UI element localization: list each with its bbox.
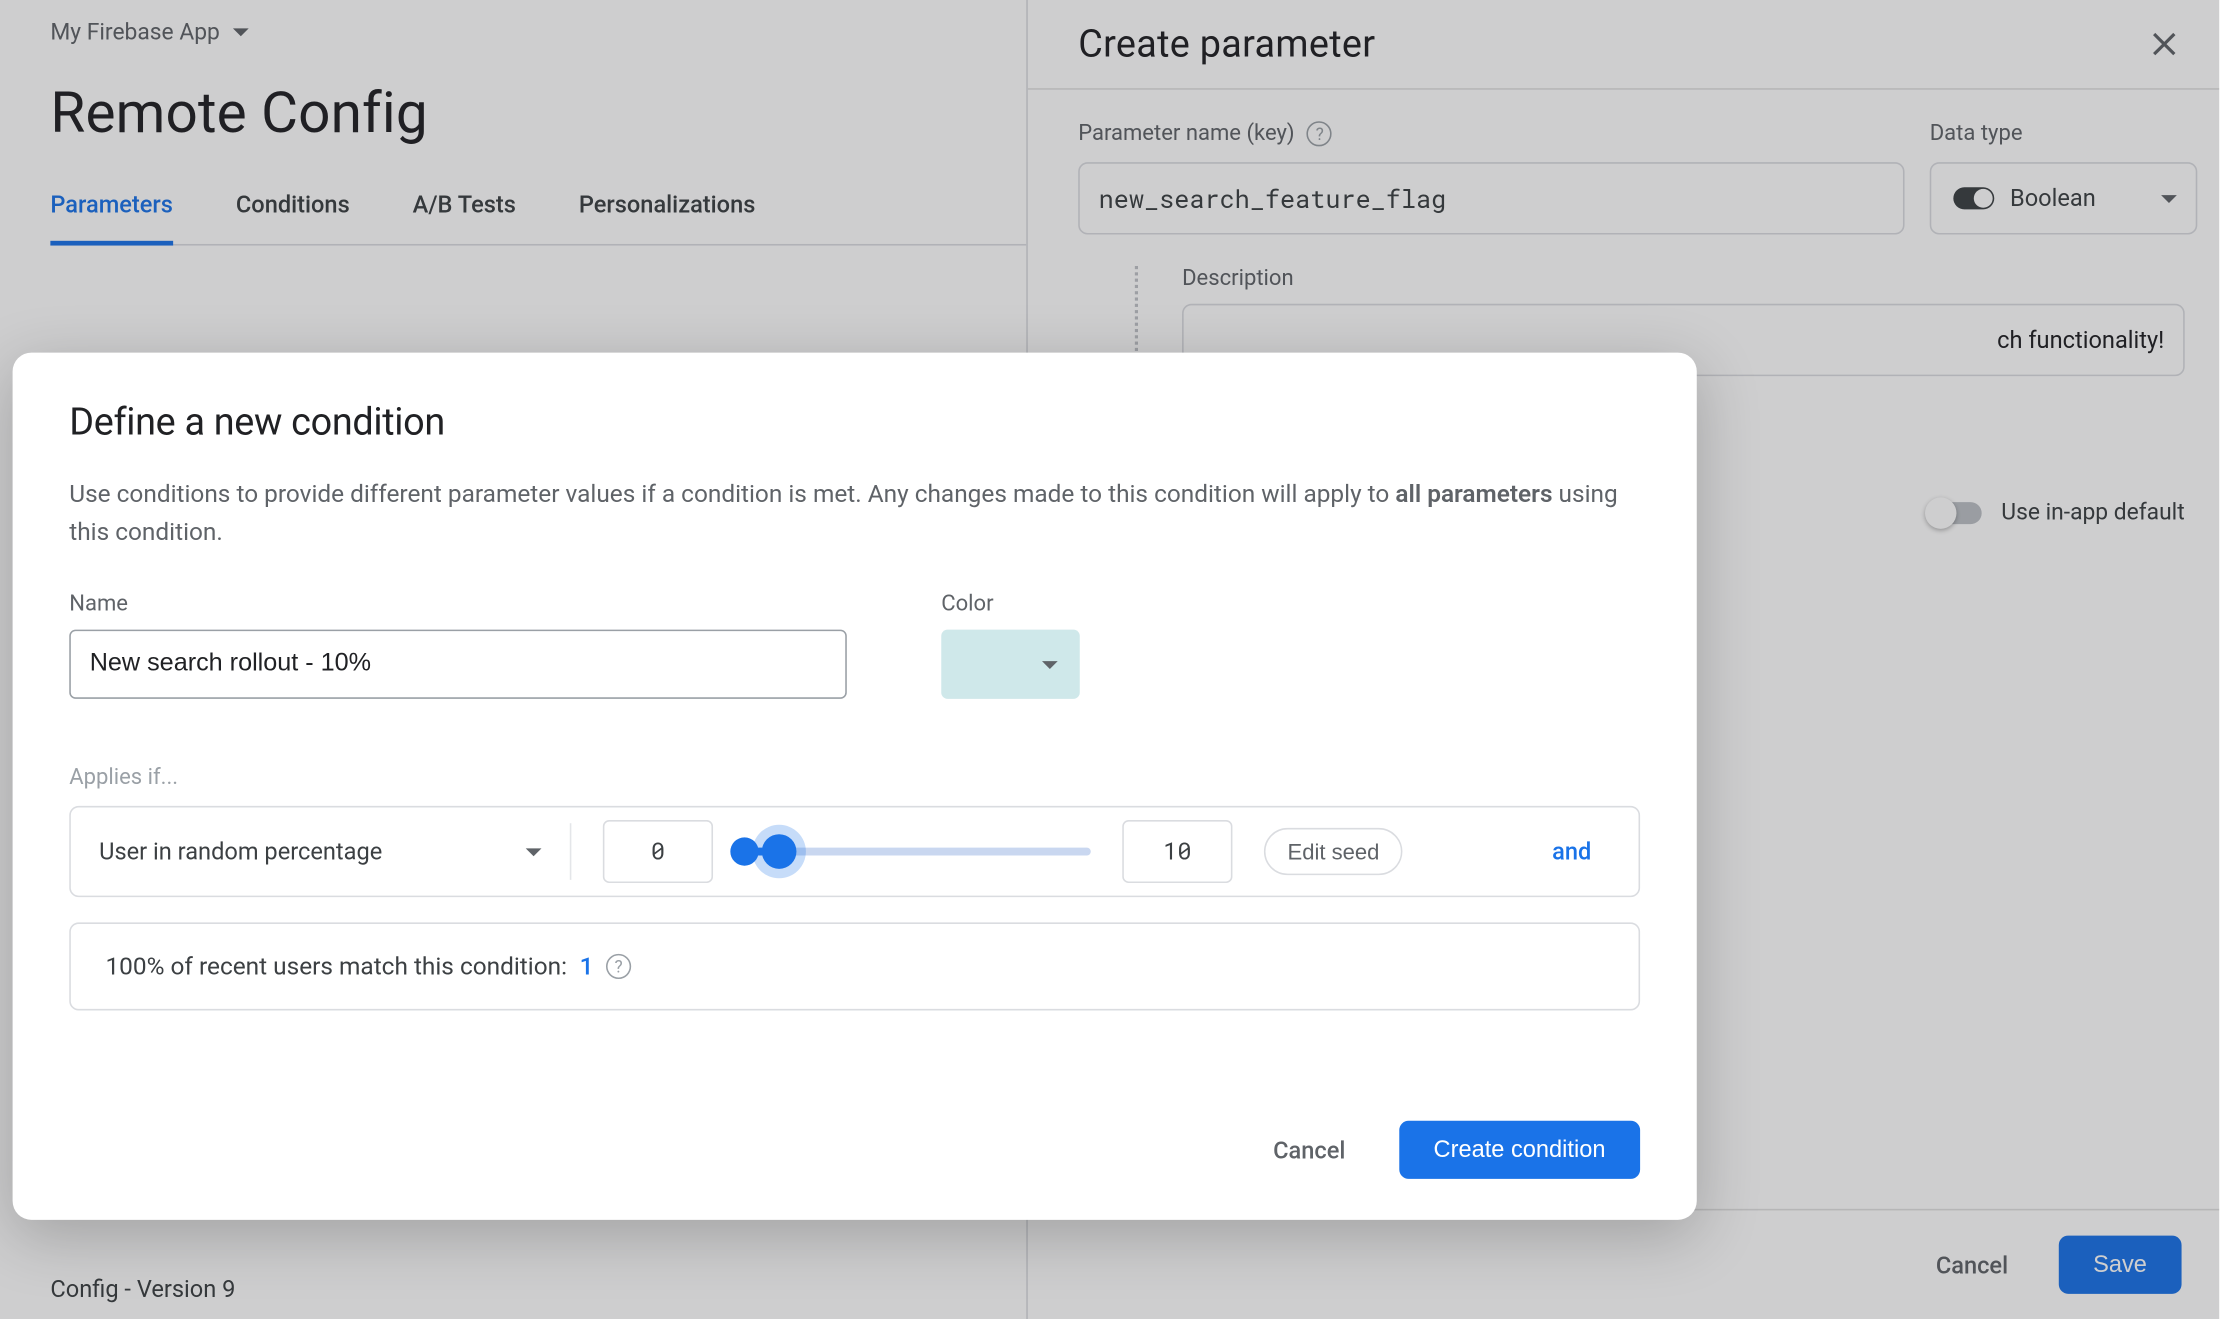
percentage-high-input[interactable] <box>1122 820 1232 883</box>
chevron-down-icon <box>1042 660 1058 668</box>
condition-name-label: Name <box>69 592 847 617</box>
slider-handle-low[interactable] <box>730 837 758 865</box>
condition-color-label: Color <box>941 592 1080 617</box>
condition-name-input[interactable] <box>69 630 847 699</box>
percentage-slider[interactable] <box>745 836 1091 867</box>
chevron-down-icon <box>526 848 542 856</box>
match-text: 100% of recent users match this conditio… <box>105 952 567 980</box>
condition-color-select[interactable] <box>941 630 1080 699</box>
slider-handle-high[interactable] <box>762 834 797 869</box>
edit-seed-button[interactable]: Edit seed <box>1264 828 1403 875</box>
match-count: 1 <box>580 952 594 980</box>
applies-if-label: Applies if... <box>69 765 1640 790</box>
dialog-intro-part1: Use conditions to provide different para… <box>69 480 1395 508</box>
percentage-low-input[interactable] <box>603 820 713 883</box>
match-summary: 100% of recent users match this conditio… <box>69 922 1640 1010</box>
help-icon[interactable]: ? <box>606 954 631 979</box>
rule-type-select[interactable]: User in random percentage <box>99 823 571 880</box>
condition-rule-row: User in random percentage Edit seed and <box>69 806 1640 897</box>
dialog-intro: Use conditions to provide different para… <box>69 475 1640 551</box>
dialog-title: Define a new condition <box>69 400 1640 444</box>
add-and-rule[interactable]: and <box>1552 837 1591 865</box>
rule-type-value: User in random percentage <box>99 837 382 865</box>
dialog-cancel-button[interactable]: Cancel <box>1254 1123 1364 1177</box>
define-condition-dialog: Define a new condition Use conditions to… <box>13 353 1697 1220</box>
create-condition-button[interactable]: Create condition <box>1399 1121 1640 1179</box>
dialog-intro-bold: all parameters <box>1395 480 1552 508</box>
